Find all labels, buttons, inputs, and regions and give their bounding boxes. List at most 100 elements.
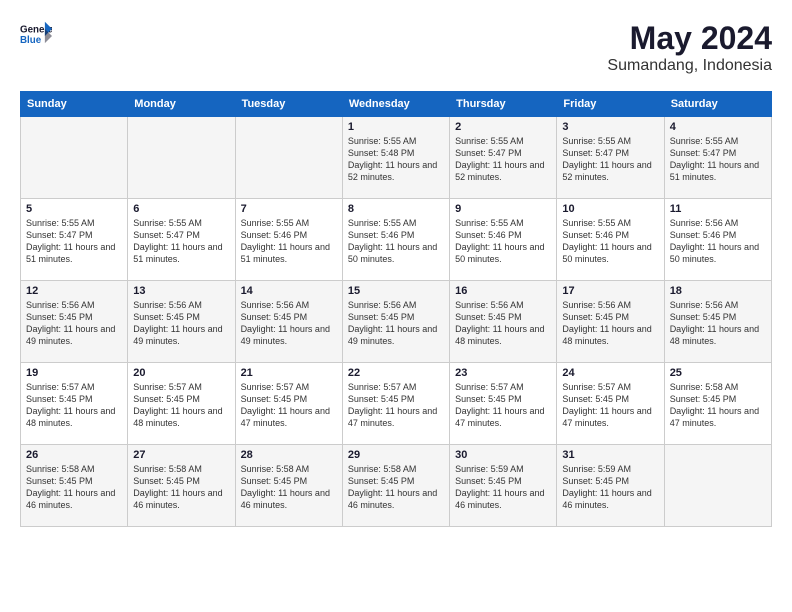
day-number: 7 xyxy=(241,203,337,215)
day-info: Sunrise: 5:56 AM Sunset: 5:45 PM Dayligh… xyxy=(241,299,337,348)
day-info: Sunrise: 5:57 AM Sunset: 5:45 PM Dayligh… xyxy=(562,381,658,430)
day-info: Sunrise: 5:57 AM Sunset: 5:45 PM Dayligh… xyxy=(348,381,444,430)
day-info: Sunrise: 5:59 AM Sunset: 5:45 PM Dayligh… xyxy=(562,463,658,512)
calendar-cell: 10 Sunrise: 5:55 AM Sunset: 5:46 PM Dayli… xyxy=(557,199,664,281)
calendar-cell: 30Sunrise: 5:59 AM Sunset: 5:45 PM Dayli… xyxy=(450,445,557,527)
day-number: 22 xyxy=(348,367,444,379)
calendar-cell: 4 Sunrise: 5:55 AM Sunset: 5:47 PM Daylig… xyxy=(664,117,771,199)
day-info: Sunrise: 5:55 AM Sunset: 5:47 PM Dayligh… xyxy=(133,217,229,266)
calendar-cell: 27Sunrise: 5:58 AM Sunset: 5:45 PM Dayli… xyxy=(128,445,235,527)
calendar-cell: 24 Sunrise: 5:57 AM Sunset: 5:45 PM Dayli… xyxy=(557,363,664,445)
day-number: 6 xyxy=(133,203,229,215)
day-info: Sunrise: 5:56 AM Sunset: 5:45 PM Dayligh… xyxy=(348,299,444,348)
calendar-cell: 14 Sunrise: 5:56 AM Sunset: 5:45 PM Dayli… xyxy=(235,281,342,363)
day-of-week-header-row: SundayMondayTuesdayWednesdayThursdayFrid… xyxy=(21,92,772,117)
logo-icon: General Blue xyxy=(20,20,52,52)
calendar-cell: 28Sunrise: 5:58 AM Sunset: 5:45 PM Dayli… xyxy=(235,445,342,527)
calendar-cell xyxy=(128,117,235,199)
day-number: 31 xyxy=(562,449,658,461)
calendar-cell: 2 Sunrise: 5:55 AM Sunset: 5:47 PM Daylig… xyxy=(450,117,557,199)
day-number: 20 xyxy=(133,367,229,379)
day-number: 11 xyxy=(670,203,766,215)
calendar-cell: 20Sunrise: 5:57 AM Sunset: 5:45 PM Dayli… xyxy=(128,363,235,445)
day-number: 21 xyxy=(241,367,337,379)
day-number: 17 xyxy=(562,285,658,297)
day-number: 28 xyxy=(241,449,337,461)
day-number: 13 xyxy=(133,285,229,297)
calendar-cell: 25 Sunrise: 5:58 AM Sunset: 5:45 PM Dayli… xyxy=(664,363,771,445)
svg-text:Blue: Blue xyxy=(20,35,42,46)
dow-header-sunday: Sunday xyxy=(21,92,128,117)
day-number: 29 xyxy=(348,449,444,461)
day-number: 24 xyxy=(562,367,658,379)
day-number: 15 xyxy=(348,285,444,297)
day-info: Sunrise: 5:57 AM Sunset: 5:45 PM Dayligh… xyxy=(455,381,551,430)
day-info: Sunrise: 5:59 AM Sunset: 5:45 PM Dayligh… xyxy=(455,463,551,512)
calendar-cell: 8 Sunrise: 5:55 AM Sunset: 5:46 PM Daylig… xyxy=(342,199,449,281)
day-info: Sunrise: 5:55 AM Sunset: 5:47 PM Dayligh… xyxy=(455,135,551,184)
calendar-cell xyxy=(21,117,128,199)
calendar-cell: 12Sunrise: 5:56 AM Sunset: 5:45 PM Dayli… xyxy=(21,281,128,363)
day-number: 26 xyxy=(26,449,122,461)
day-info: Sunrise: 5:55 AM Sunset: 5:48 PM Dayligh… xyxy=(348,135,444,184)
day-info: Sunrise: 5:56 AM Sunset: 5:46 PM Dayligh… xyxy=(670,217,766,266)
calendar-body: 1 Sunrise: 5:55 AM Sunset: 5:48 PM Daylig… xyxy=(21,117,772,527)
calendar-cell: 1 Sunrise: 5:55 AM Sunset: 5:48 PM Daylig… xyxy=(342,117,449,199)
day-info: Sunrise: 5:58 AM Sunset: 5:45 PM Dayligh… xyxy=(670,381,766,430)
dow-header-saturday: Saturday xyxy=(664,92,771,117)
calendar-week-2: 5 Sunrise: 5:55 AM Sunset: 5:47 PM Daylig… xyxy=(21,199,772,281)
day-number: 18 xyxy=(670,285,766,297)
day-info: Sunrise: 5:56 AM Sunset: 5:45 PM Dayligh… xyxy=(455,299,551,348)
day-number: 16 xyxy=(455,285,551,297)
calendar-cell: 17 Sunrise: 5:56 AM Sunset: 5:45 PM Dayli… xyxy=(557,281,664,363)
day-number: 25 xyxy=(670,367,766,379)
day-number: 5 xyxy=(26,203,122,215)
calendar-week-5: 26 Sunrise: 5:58 AM Sunset: 5:45 PM Dayli… xyxy=(21,445,772,527)
day-number: 4 xyxy=(670,121,766,133)
dow-header-friday: Friday xyxy=(557,92,664,117)
title-block: May 2024 Sumandang, Indonesia xyxy=(607,20,772,75)
day-info: Sunrise: 5:56 AM Sunset: 5:45 PM Dayligh… xyxy=(26,299,122,348)
calendar-cell: 18 Sunrise: 5:56 AM Sunset: 5:45 PM Dayli… xyxy=(664,281,771,363)
day-number: 14 xyxy=(241,285,337,297)
day-info: Sunrise: 5:55 AM Sunset: 5:46 PM Dayligh… xyxy=(455,217,551,266)
calendar-cell: 26 Sunrise: 5:58 AM Sunset: 5:45 PM Dayli… xyxy=(21,445,128,527)
calendar-cell: 9 Sunrise: 5:55 AM Sunset: 5:46 PM Daylig… xyxy=(450,199,557,281)
day-info: Sunrise: 5:58 AM Sunset: 5:45 PM Dayligh… xyxy=(26,463,122,512)
day-info: Sunrise: 5:58 AM Sunset: 5:45 PM Dayligh… xyxy=(348,463,444,512)
day-number: 1 xyxy=(348,121,444,133)
calendar-table: SundayMondayTuesdayWednesdayThursdayFrid… xyxy=(20,91,772,527)
day-info: Sunrise: 5:57 AM Sunset: 5:45 PM Dayligh… xyxy=(241,381,337,430)
day-info: Sunrise: 5:55 AM Sunset: 5:47 PM Dayligh… xyxy=(670,135,766,184)
page-header: General Blue May 2024 Sumandang, Indones… xyxy=(20,20,772,75)
calendar-cell: 19Sunrise: 5:57 AM Sunset: 5:45 PM Dayli… xyxy=(21,363,128,445)
calendar-week-4: 19Sunrise: 5:57 AM Sunset: 5:45 PM Dayli… xyxy=(21,363,772,445)
calendar-cell: 23 Sunrise: 5:57 AM Sunset: 5:45 PM Dayli… xyxy=(450,363,557,445)
day-number: 9 xyxy=(455,203,551,215)
day-info: Sunrise: 5:56 AM Sunset: 5:45 PM Dayligh… xyxy=(562,299,658,348)
calendar-cell: 21 Sunrise: 5:57 AM Sunset: 5:45 PM Dayli… xyxy=(235,363,342,445)
day-info: Sunrise: 5:56 AM Sunset: 5:45 PM Dayligh… xyxy=(670,299,766,348)
day-number: 10 xyxy=(562,203,658,215)
location-subtitle: Sumandang, Indonesia xyxy=(607,57,772,75)
day-info: Sunrise: 5:55 AM Sunset: 5:46 PM Dayligh… xyxy=(348,217,444,266)
day-info: Sunrise: 5:56 AM Sunset: 5:45 PM Dayligh… xyxy=(133,299,229,348)
dow-header-monday: Monday xyxy=(128,92,235,117)
day-number: 23 xyxy=(455,367,551,379)
day-number: 8 xyxy=(348,203,444,215)
calendar-cell: 6 Sunrise: 5:55 AM Sunset: 5:47 PM Daylig… xyxy=(128,199,235,281)
calendar-cell xyxy=(664,445,771,527)
day-info: Sunrise: 5:55 AM Sunset: 5:47 PM Dayligh… xyxy=(26,217,122,266)
calendar-week-1: 1 Sunrise: 5:55 AM Sunset: 5:48 PM Daylig… xyxy=(21,117,772,199)
day-number: 2 xyxy=(455,121,551,133)
month-title: May 2024 xyxy=(607,20,772,57)
calendar-week-3: 12Sunrise: 5:56 AM Sunset: 5:45 PM Dayli… xyxy=(21,281,772,363)
calendar-cell: 15 Sunrise: 5:56 AM Sunset: 5:45 PM Dayli… xyxy=(342,281,449,363)
dow-header-wednesday: Wednesday xyxy=(342,92,449,117)
logo: General Blue xyxy=(20,20,52,52)
dow-header-tuesday: Tuesday xyxy=(235,92,342,117)
day-info: Sunrise: 5:55 AM Sunset: 5:46 PM Dayligh… xyxy=(241,217,337,266)
day-info: Sunrise: 5:55 AM Sunset: 5:46 PM Dayligh… xyxy=(562,217,658,266)
calendar-cell: 22 Sunrise: 5:57 AM Sunset: 5:45 PM Dayli… xyxy=(342,363,449,445)
calendar-cell: 11 Sunrise: 5:56 AM Sunset: 5:46 PM Dayli… xyxy=(664,199,771,281)
